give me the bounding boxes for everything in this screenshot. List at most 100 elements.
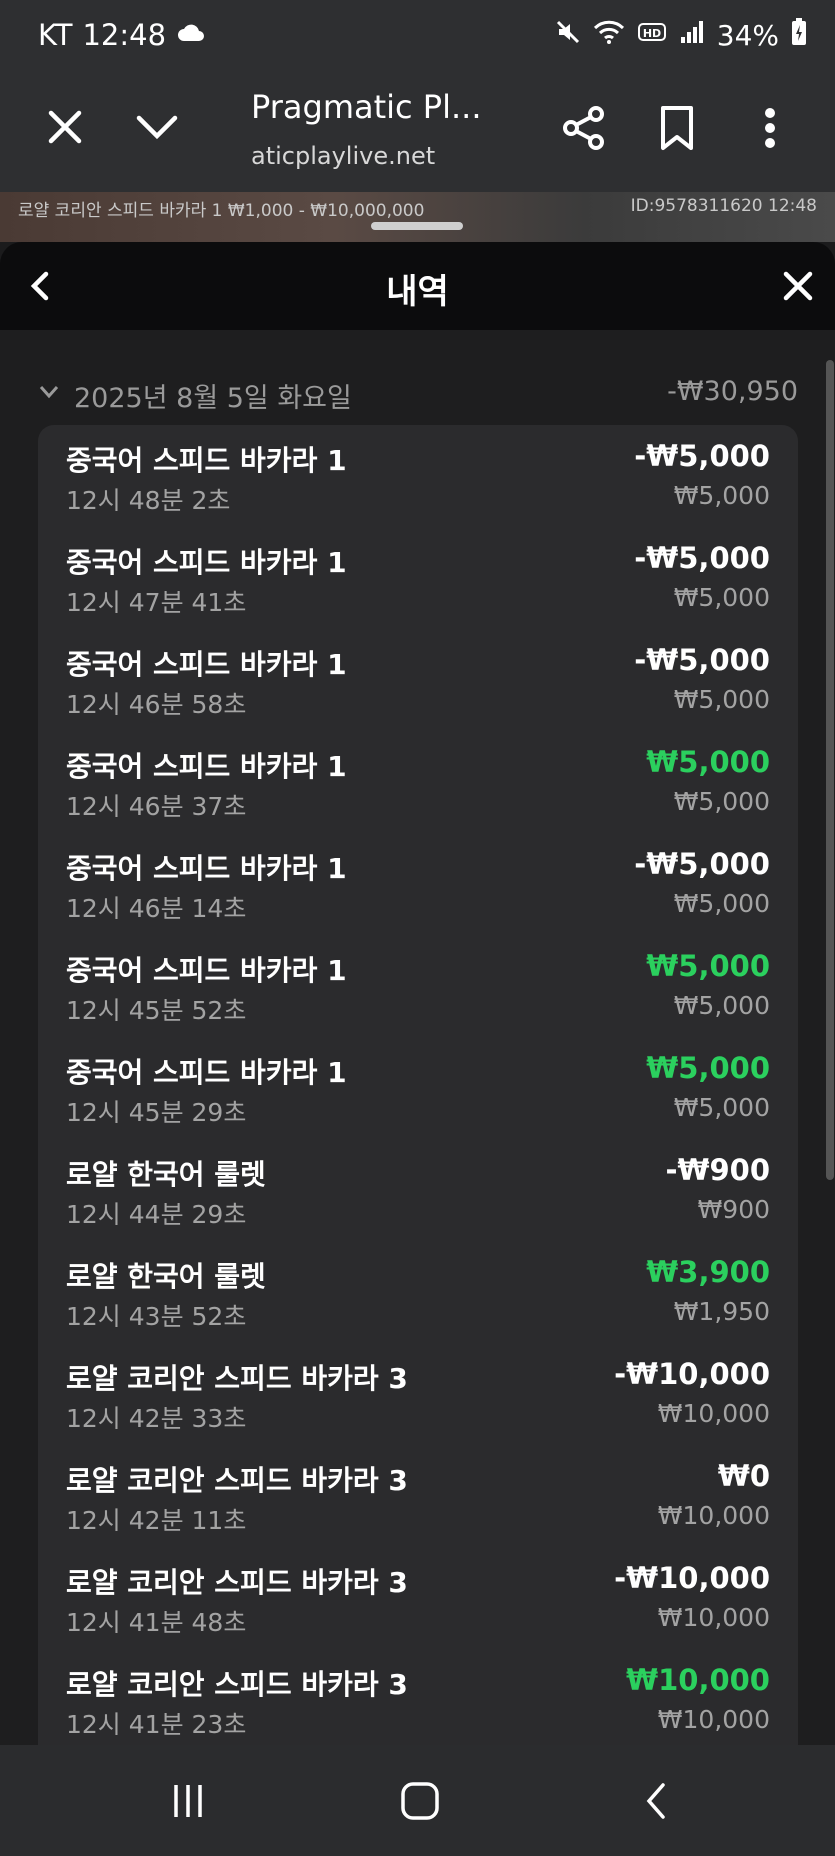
bet-amount: ₩10,000 [657,1705,770,1734]
bet-time: 12시 45분 29초 [66,1098,247,1127]
status-bar: KT 12:48 HD 34% [0,0,835,76]
more-icon[interactable] [750,102,790,154]
history-row[interactable]: 중국어 스피드 바카라 1 12시 45분 52초 ₩5,000 ₩5,000 [38,935,798,1037]
result-amount: -₩10,000 [614,1561,770,1595]
page-url[interactable]: aticplaylive.net [251,142,435,170]
recent-apps-icon[interactable] [160,1773,216,1829]
bet-time: 12시 41분 23초 [66,1710,247,1739]
result-amount: ₩5,000 [646,1051,770,1085]
date-total: -₩30,950 [667,376,798,407]
result-amount: ₩10,000 [626,1663,770,1697]
history-row[interactable]: 중국어 스피드 바카라 1 12시 47분 41초 -₩5,000 ₩5,000 [38,527,798,629]
hd-icon: HD [637,19,667,52]
share-icon[interactable] [558,102,610,154]
history-row[interactable]: 중국어 스피드 바카라 1 12시 48분 2초 -₩5,000 ₩5,000 [38,425,798,527]
battery-label: 34% [716,19,779,52]
date-label: 2025년 8월 5일 화요일 [74,383,352,414]
history-row[interactable]: 로얄 코리안 스피드 바카라 3 12시 41분 23초 ₩10,000 ₩10,00… [38,1649,798,1745]
history-row[interactable]: 중국어 스피드 바카라 1 12시 46분 37초 ₩5,000 ₩5,000 [38,731,798,833]
back-icon[interactable] [628,1773,684,1829]
history-row[interactable]: 로얄 코리안 스피드 바카라 3 12시 41분 48초 -₩10,000 ₩10,0… [38,1547,798,1649]
wifi-icon [593,19,625,52]
bet-amount: ₩5,000 [673,991,770,1020]
bet-amount: ₩5,000 [673,1093,770,1122]
bet-time: 12시 46분 37초 [66,792,247,821]
status-right: HD 34% [555,18,807,53]
bet-amount: ₩5,000 [673,889,770,918]
date-group-header[interactable]: 2025년 8월 5일 화요일 -₩30,950 [38,376,798,416]
game-name: 중국어 스피드 바카라 1 [66,648,347,681]
result-amount: -₩10,000 [614,1357,770,1391]
result-amount: -₩900 [665,1153,770,1187]
bet-amount: ₩1,950 [673,1297,770,1326]
history-row[interactable]: 중국어 스피드 바카라 1 12시 46분 14초 -₩5,000 ₩5,000 [38,833,798,935]
game-name: 로얄 한국어 룰렛 [66,1158,266,1191]
game-name: 로얄 코리안 스피드 바카라 3 [66,1362,408,1395]
bet-amount: ₩10,000 [657,1603,770,1632]
history-content[interactable]: 2025년 8월 5일 화요일 -₩30,950 중국어 스피드 바카라 1 12… [0,330,835,1745]
bet-amount: ₩5,000 [673,685,770,714]
bet-time: 12시 43분 52초 [66,1302,247,1331]
bet-time: 12시 42분 33초 [66,1404,247,1433]
result-amount: ₩0 [717,1459,770,1493]
page-title[interactable]: Pragmatic Pl... [251,88,482,126]
game-name: 중국어 스피드 바카라 1 [66,750,347,783]
signal-icon [679,19,705,52]
status-left: KT 12:48 [38,18,206,52]
history-header: 내역 [0,242,835,330]
table-info: 로얄 코리안 스피드 바카라 1 ₩1,000 - ₩10,000,000 [18,201,425,221]
carrier-label: KT [38,18,73,52]
bet-amount: ₩5,000 [673,787,770,816]
game-name: 중국어 스피드 바카라 1 [66,954,347,987]
browser-toolbar: Pragmatic Pl... aticplaylive.net [0,76,835,192]
result-amount: -₩5,000 [634,847,770,881]
result-amount: -₩5,000 [634,541,770,575]
drag-handle[interactable] [371,222,463,230]
clock: 12:48 [82,18,167,52]
chevron-down-icon[interactable] [132,102,182,152]
svg-text:HD: HD [643,27,661,40]
history-row[interactable]: 로얄 한국어 룰렛 12시 44분 29초 -₩900 ₩900 [38,1139,798,1241]
bet-amount: ₩5,000 [673,481,770,510]
history-row[interactable]: 중국어 스피드 바카라 1 12시 45분 29초 ₩5,000 ₩5,000 [38,1037,798,1139]
history-row[interactable]: 중국어 스피드 바카라 1 12시 46분 58초 -₩5,000 ₩5,000 [38,629,798,731]
bet-time: 12시 46분 14초 [66,894,247,923]
bet-time: 12시 42분 11초 [66,1506,247,1535]
battery-icon [791,18,807,53]
navigation-bar [0,1745,835,1856]
bet-time: 12시 41분 48초 [66,1608,247,1637]
cloud-icon [176,18,206,52]
history-row[interactable]: 로얄 한국어 룰렛 12시 43분 52초 ₩3,900 ₩1,950 [38,1241,798,1343]
result-amount: ₩3,900 [646,1255,770,1289]
home-icon[interactable] [392,1773,448,1829]
chevron-down-icon[interactable] [38,384,60,404]
mute-icon [555,19,581,52]
round-id: ID:9578311620 12:48 [630,196,817,216]
result-amount: ₩5,000 [646,949,770,983]
game-video-strip: 로얄 코리안 스피드 바카라 1 ₩1,000 - ₩10,000,000 ID… [0,192,835,242]
close-icon[interactable] [40,102,90,152]
game-name: 중국어 스피드 바카라 1 [66,852,347,885]
history-row[interactable]: 로얄 코리안 스피드 바카라 3 12시 42분 33초 -₩10,000 ₩10,0… [38,1343,798,1445]
game-name: 로얄 코리안 스피드 바카라 3 [66,1668,408,1701]
scrollbar[interactable] [826,360,834,1180]
bet-time: 12시 46분 58초 [66,690,247,719]
result-amount: -₩5,000 [634,439,770,473]
game-name: 중국어 스피드 바카라 1 [66,546,347,579]
game-name: 로얄 코리안 스피드 바카라 3 [66,1566,408,1599]
bet-amount: ₩900 [697,1195,770,1224]
bet-amount: ₩10,000 [657,1501,770,1530]
close-icon[interactable] [776,264,820,308]
bet-time: 12시 48분 2초 [66,486,231,515]
game-name: 로얄 한국어 룰렛 [66,1260,266,1293]
result-amount: -₩5,000 [634,643,770,677]
bet-amount: ₩10,000 [657,1399,770,1428]
game-name: 로얄 코리안 스피드 바카라 3 [66,1464,408,1497]
history-list: 중국어 스피드 바카라 1 12시 48분 2초 -₩5,000 ₩5,000 중국어 … [38,425,798,1745]
history-row[interactable]: 로얄 코리안 스피드 바카라 3 12시 42분 11초 ₩0 ₩10,000 [38,1445,798,1547]
bookmark-icon[interactable] [652,102,702,154]
game-name: 중국어 스피드 바카라 1 [66,444,347,477]
result-amount: ₩5,000 [646,745,770,779]
bet-time: 12시 47분 41초 [66,588,247,617]
bet-time: 12시 44분 29초 [66,1200,247,1229]
